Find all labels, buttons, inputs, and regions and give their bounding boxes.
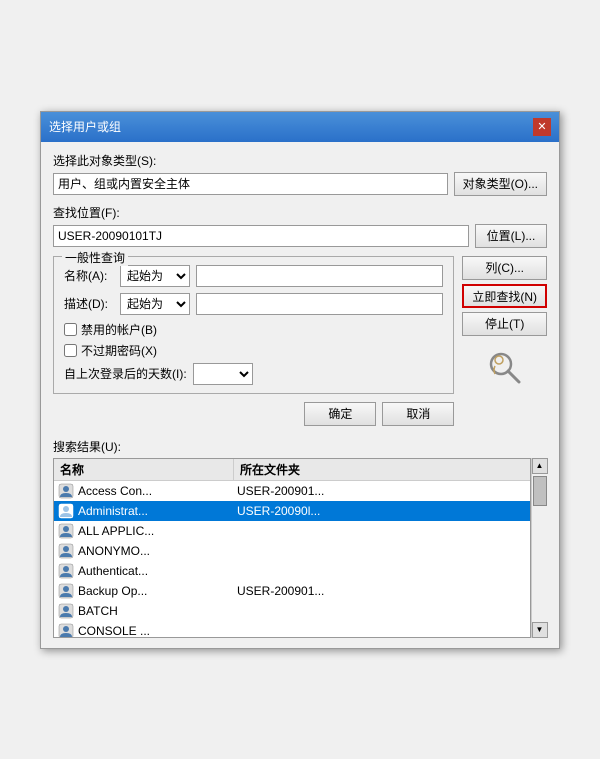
result-name: ANONYMO... [78,544,233,558]
search-now-button[interactable]: 立即查找(N) [462,284,547,308]
days-select[interactable] [193,363,253,385]
location-label: 查找位置(F): [53,204,547,221]
no-expire-row: 不过期密码(X) [64,342,443,359]
desc-query-row: 描述(D): 起始为 [64,293,443,315]
user-icon [57,622,75,638]
confirm-button[interactable]: 确定 [304,402,376,426]
table-row[interactable]: Authenticat... [54,561,530,581]
dialog: 选择用户或组 ✕ 选择此对象类型(S): 对象类型(O)... 查找位置(F):… [40,111,560,649]
scroll-down-arrow[interactable]: ▼ [532,622,548,638]
cancel-button[interactable]: 取消 [382,402,454,426]
result-name: Administrat... [78,504,233,518]
location-button[interactable]: 位置(L)... [475,224,547,248]
main-content: 一般性查询 名称(A): 起始为 描述(D): 起始为 [53,256,547,434]
title-bar: 选择用户或组 ✕ [41,112,559,142]
results-list: Access Con...USER-200901... Administrat.… [54,481,530,638]
left-content: 一般性查询 名称(A): 起始为 描述(D): 起始为 [53,256,454,434]
right-buttons: 列(C)... 立即查找(N) 停止(T) [462,256,547,434]
result-folder: USER-200901... [233,584,530,598]
result-name: ALL APPLIC... [78,524,233,538]
table-row[interactable]: ANONYMO... [54,541,530,561]
disabled-account-label: 禁用的帐户(B) [81,321,157,338]
table-row[interactable]: ALL APPLIC... [54,521,530,541]
location-input[interactable] [53,225,469,247]
user-icon [57,582,75,600]
result-folder: USER-200901... [233,484,530,498]
col-button[interactable]: 列(C)... [462,256,547,280]
magnifier-icon [485,348,525,388]
table-row[interactable]: Backup Op...USER-200901... [54,581,530,601]
scrollbar[interactable]: ▲ ▼ [531,458,547,638]
table-row[interactable]: Administrat...USER-20090l... [54,501,530,521]
desc-label: 描述(D): [64,295,114,312]
object-type-row: 选择此对象类型(S): 对象类型(O)... [53,152,547,196]
table-row[interactable]: CONSOLE ... [54,621,530,638]
scroll-thumb[interactable] [533,476,547,506]
no-expire-checkbox[interactable] [64,344,77,357]
days-label: 自上次登录后的天数(I): [64,365,187,382]
object-type-button[interactable]: 对象类型(O)... [454,172,547,196]
results-container[interactable]: 名称 所在文件夹 Access Con...USER-200901... Adm… [53,458,531,638]
user-icon [57,602,75,620]
table-row[interactable]: BATCH [54,601,530,621]
name-query-row: 名称(A): 起始为 [64,265,443,287]
search-results-section: 搜索结果(U): 名称 所在文件夹 Access Con...USER-2009… [53,438,547,638]
no-expire-label: 不过期密码(X) [81,342,157,359]
result-name: CONSOLE ... [78,624,233,638]
search-icon-area [462,348,547,388]
group-box-title: 一般性查询 [62,249,128,266]
name-text-input[interactable] [196,265,443,287]
col-name-header: 名称 [54,459,234,480]
result-name: Access Con... [78,484,233,498]
dialog-body: 选择此对象类型(S): 对象类型(O)... 查找位置(F): 位置(L)...… [41,142,559,648]
user-icon [57,482,75,500]
bottom-btn-row: 确定 取消 [53,402,454,426]
object-type-label: 选择此对象类型(S): [53,152,547,169]
result-name: Authenticat... [78,564,233,578]
location-row: 查找位置(F): 位置(L)... [53,204,547,248]
user-icon [57,502,75,520]
object-type-input[interactable] [53,173,448,195]
result-name: BATCH [78,604,233,618]
days-row: 自上次登录后的天数(I): [64,363,443,385]
stop-button[interactable]: 停止(T) [462,312,547,336]
results-header: 名称 所在文件夹 [54,459,530,481]
user-icon [57,542,75,560]
result-folder: USER-20090l... [233,504,530,518]
scroll-up-arrow[interactable]: ▲ [532,458,548,474]
name-label: 名称(A): [64,267,114,284]
desc-text-input[interactable] [196,293,443,315]
results-label: 搜索结果(U): [53,438,547,455]
name-select[interactable]: 起始为 [120,265,190,287]
col-folder-header: 所在文件夹 [234,459,530,480]
disabled-account-row: 禁用的帐户(B) [64,321,443,338]
close-button[interactable]: ✕ [533,118,551,136]
desc-select[interactable]: 起始为 [120,293,190,315]
table-row[interactable]: Access Con...USER-200901... [54,481,530,501]
dialog-title: 选择用户或组 [49,118,121,135]
user-icon [57,562,75,580]
disabled-account-checkbox[interactable] [64,323,77,336]
user-icon [57,522,75,540]
general-query-group: 一般性查询 名称(A): 起始为 描述(D): 起始为 [53,256,454,394]
results-area: 名称 所在文件夹 Access Con...USER-200901... Adm… [53,458,547,638]
result-name: Backup Op... [78,584,233,598]
